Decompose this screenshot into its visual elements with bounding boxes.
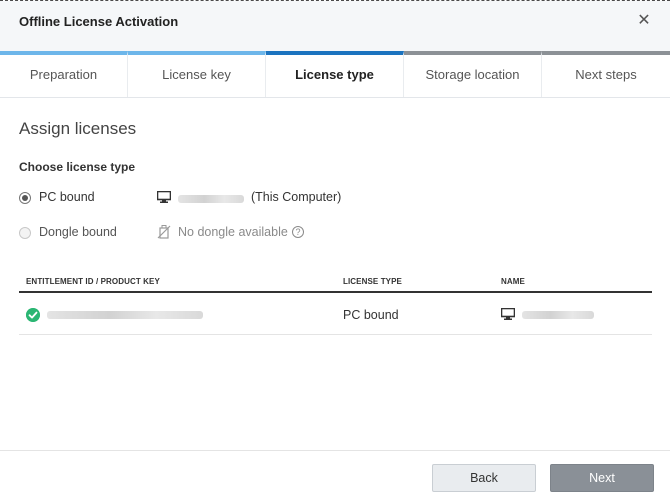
row-license-type: PC bound: [343, 308, 399, 322]
help-icon[interactable]: ?: [292, 226, 304, 238]
table-row: PC bound: [19, 295, 652, 335]
pc-bound-option[interactable]: PC bound (This Computer): [19, 190, 349, 210]
step-license-type: License type: [266, 51, 404, 97]
dongle-bound-label: Dongle bound: [39, 225, 117, 239]
license-table-header: ENTITLEMENT ID / PRODUCT KEY LICENSE TYP…: [19, 269, 652, 293]
name-redacted: [522, 311, 594, 319]
choose-license-type-label: Choose license type: [19, 160, 136, 174]
computer-name-redacted: [178, 195, 244, 203]
step-preparation: Preparation: [0, 51, 128, 97]
step-license-key: License key: [128, 51, 266, 97]
dongle-bound-option[interactable]: Dongle bound No dongle available ?: [19, 225, 319, 245]
column-name: NAME: [501, 277, 525, 286]
no-dongle-icon: [157, 225, 171, 239]
pc-bound-radio[interactable]: [19, 192, 31, 204]
wizard-steps: Preparation License key License type Sto…: [0, 51, 670, 98]
this-computer-label: (This Computer): [251, 190, 342, 204]
entitlement-id-redacted: [47, 311, 203, 319]
offline-license-activation-dialog: Offline License Activation ✕ Preparation…: [0, 0, 670, 492]
close-icon[interactable]: ✕: [636, 13, 652, 29]
dialog-titlebar: Offline License Activation ✕: [0, 1, 670, 51]
dialog-title: Offline License Activation: [19, 14, 179, 29]
pc-bound-label: PC bound: [39, 190, 95, 204]
step-storage-location: Storage location: [404, 51, 542, 97]
computer-icon: [157, 191, 171, 203]
step-next-steps: Next steps: [542, 51, 670, 97]
computer-icon: [501, 308, 515, 320]
back-button[interactable]: Back: [432, 464, 536, 492]
check-circle-icon: [26, 308, 40, 322]
page-heading: Assign licenses: [19, 119, 137, 138]
column-entitlement-id: ENTITLEMENT ID / PRODUCT KEY: [26, 277, 160, 286]
next-button[interactable]: Next: [550, 464, 654, 492]
dialog-footer: Back Next: [0, 450, 670, 494]
dongle-bound-radio[interactable]: [19, 227, 31, 239]
column-license-type: LICENSE TYPE: [343, 277, 402, 286]
no-dongle-text: No dongle available: [178, 225, 288, 239]
